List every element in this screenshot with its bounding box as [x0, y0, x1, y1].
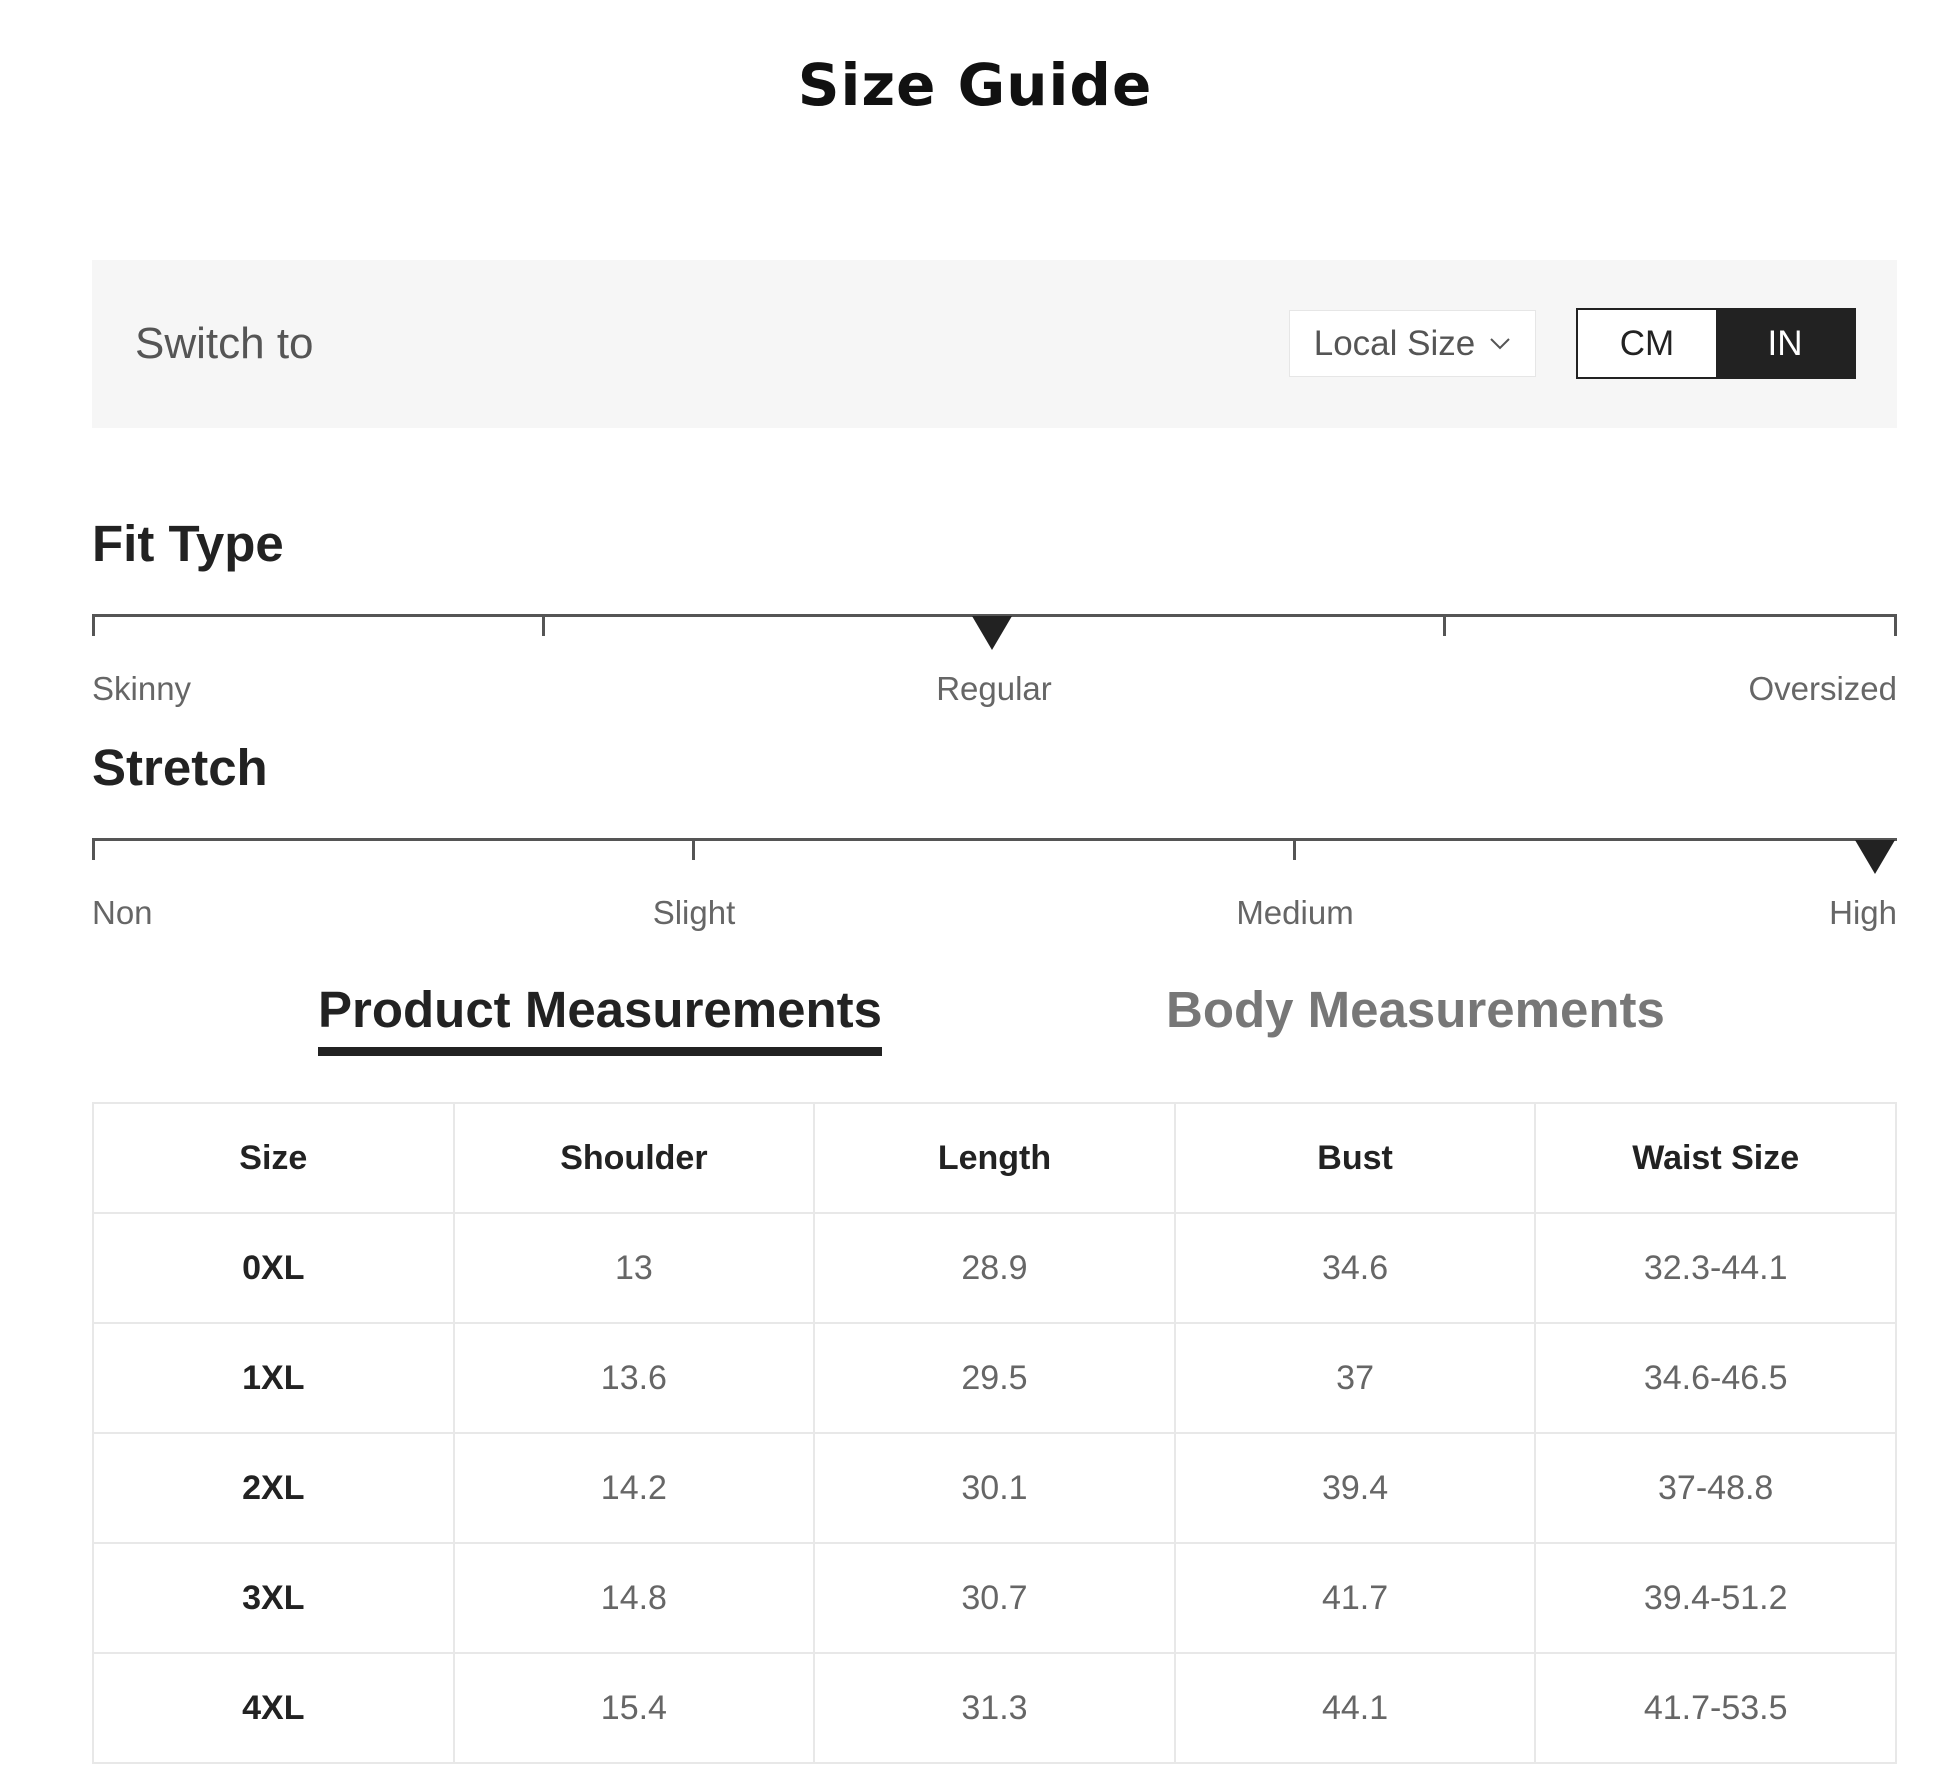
size-cell: 0XL: [92, 1212, 455, 1324]
page-title: Size Guide: [797, 51, 1153, 119]
bust-cell: 34.6: [1173, 1212, 1537, 1324]
chevron-down-icon: [1489, 337, 1511, 351]
header-waist-size: Waist Size: [1534, 1102, 1897, 1214]
length-cell: 28.9: [813, 1212, 1176, 1324]
shoulder-cell: 13: [452, 1212, 816, 1324]
header-shoulder: Shoulder: [452, 1102, 816, 1214]
unit-cm-button[interactable]: CM: [1578, 310, 1716, 377]
switch-to-label: Switch to: [135, 319, 314, 368]
local-size-dropdown[interactable]: Local Size: [1289, 310, 1536, 377]
header-bust: Bust: [1173, 1102, 1537, 1214]
tab-body-measurements[interactable]: Body Measurements: [1166, 980, 1665, 1040]
fit-type-label-skinny: Skinny: [92, 670, 192, 707]
header-size: Size: [92, 1102, 455, 1214]
shoulder-cell: 13.6: [452, 1322, 816, 1434]
waist-size-cell: 34.6-46.5: [1534, 1322, 1897, 1434]
table-row: 2XL 14.2 30.1 39.4 37-48.8: [92, 1432, 1897, 1544]
stretch-label-slight: Slight: [652, 894, 736, 931]
local-size-label: Local Size: [1313, 323, 1476, 363]
measurement-tabs: Product Measurements Body Measurements: [0, 980, 1950, 1080]
unit-switch-bar: Switch to Local Size CM IN: [92, 260, 1897, 428]
shoulder-cell: 14.8: [452, 1542, 816, 1654]
waist-size-cell: 39.4-51.2: [1534, 1542, 1897, 1654]
size-cell: 4XL: [92, 1652, 455, 1764]
waist-size-cell: 41.7-53.5: [1534, 1652, 1897, 1764]
table-row: 3XL 14.8 30.7 41.7 39.4-51.2: [92, 1542, 1897, 1654]
stretch-scale-line: [92, 838, 1897, 841]
fit-type-title: Fit Type: [92, 515, 284, 572]
fit-type-tick: [1894, 614, 1897, 636]
size-cell: 3XL: [92, 1542, 455, 1654]
tab-product-measurements[interactable]: Product Measurements: [318, 980, 882, 1056]
stretch-label-non: Non: [92, 894, 153, 931]
size-table: Size Shoulder Length Bust Waist Size 0XL…: [92, 1102, 1897, 1764]
size-cell: 1XL: [92, 1322, 455, 1434]
header-length: Length: [813, 1102, 1176, 1214]
waist-size-cell: 32.3-44.1: [1534, 1212, 1897, 1324]
fit-type-tick: [1443, 614, 1446, 636]
fit-type-tick: [542, 614, 545, 636]
active-tab-underline: [318, 1047, 882, 1056]
length-cell: 29.5: [813, 1322, 1176, 1434]
stretch-label-high: High: [1829, 894, 1897, 931]
tab-product-measurements-label: Product Measurements: [318, 981, 882, 1038]
stretch-title: Stretch: [92, 739, 268, 796]
bust-cell: 37: [1173, 1322, 1537, 1434]
stretch-tick: [92, 838, 95, 860]
shoulder-cell: 15.4: [452, 1652, 816, 1764]
bust-cell: 44.1: [1173, 1652, 1537, 1764]
table-row: 0XL 13 28.9 34.6 32.3-44.1: [92, 1212, 1897, 1324]
table-row: 1XL 13.6 29.5 37 34.6-46.5: [92, 1322, 1897, 1434]
length-cell: 30.7: [813, 1542, 1176, 1654]
unit-toggle: CM IN: [1576, 308, 1856, 379]
stretch-tick: [692, 838, 695, 860]
stretch-marker-icon: [1855, 840, 1895, 874]
shoulder-cell: 14.2: [452, 1432, 816, 1544]
stretch-tick: [1293, 838, 1296, 860]
table-row: 4XL 15.4 31.3 44.1 41.7-53.5: [92, 1652, 1897, 1764]
bust-cell: 39.4: [1173, 1432, 1537, 1544]
waist-size-cell: 37-48.8: [1534, 1432, 1897, 1544]
fit-type-label-oversized: Oversized: [1748, 670, 1897, 707]
fit-type-tick: [92, 614, 95, 636]
unit-in-button[interactable]: IN: [1716, 310, 1854, 377]
length-cell: 30.1: [813, 1432, 1176, 1544]
stretch-label-medium: Medium: [1236, 894, 1354, 931]
fit-type-marker-icon: [972, 616, 1012, 650]
length-cell: 31.3: [813, 1652, 1176, 1764]
bust-cell: 41.7: [1173, 1542, 1537, 1654]
size-cell: 2XL: [92, 1432, 455, 1544]
fit-type-label-regular: Regular: [936, 670, 1052, 707]
tab-body-measurements-label: Body Measurements: [1166, 981, 1665, 1038]
table-header-row: Size Shoulder Length Bust Waist Size: [92, 1102, 1897, 1214]
